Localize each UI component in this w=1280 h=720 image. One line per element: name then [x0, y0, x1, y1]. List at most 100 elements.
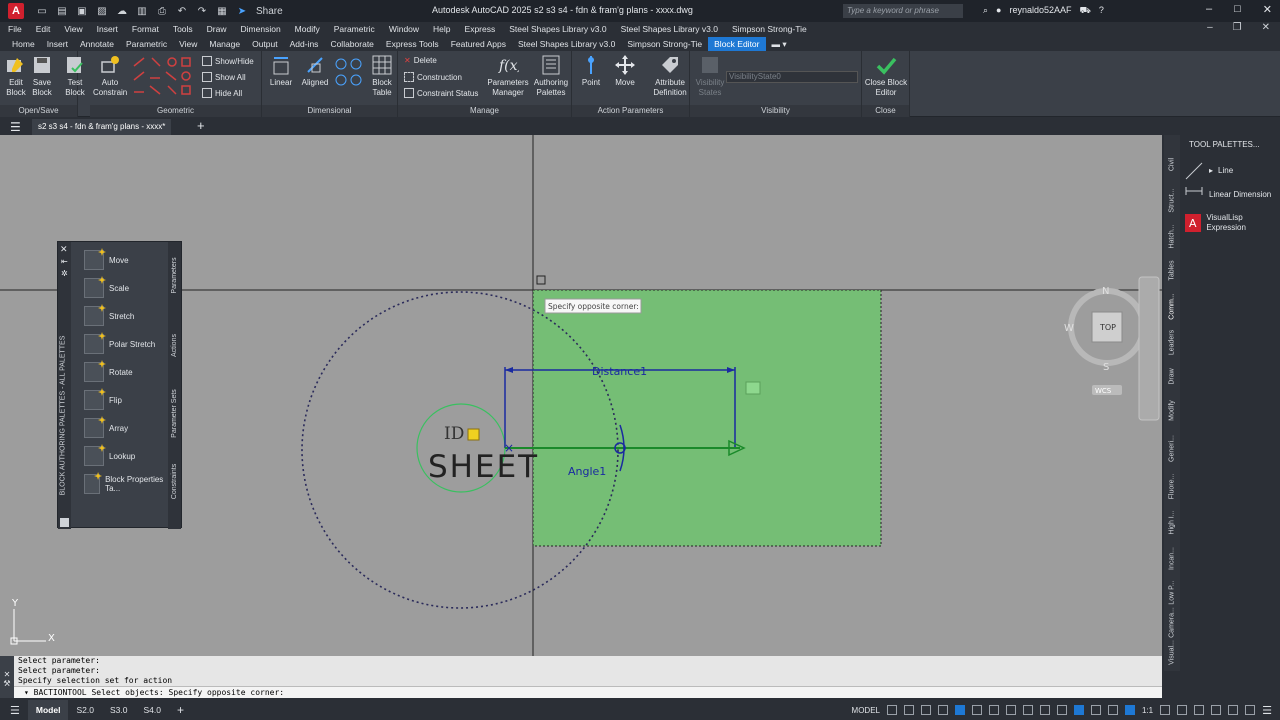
cloud-icon[interactable]: ☁	[116, 6, 128, 17]
ribbon-options-icon[interactable]: ▬ ▾	[766, 37, 793, 51]
tab-home[interactable]: Home	[6, 37, 41, 51]
clean-screen-icon[interactable]	[1245, 705, 1256, 715]
quick-properties-icon[interactable]	[1211, 705, 1222, 715]
constraint-status-button[interactable]: Constraint Status	[404, 88, 478, 98]
edit-block-button[interactable]: Edit Block	[4, 54, 28, 98]
dimensional-more-icons[interactable]	[334, 56, 364, 88]
layout-tab-model[interactable]: Model	[27, 700, 69, 720]
file-tab-active[interactable]: s2 s3 s4 - fdn & fram'g plans - xxxx*	[32, 119, 172, 135]
units-icon[interactable]	[1194, 705, 1205, 715]
tab-block-editor[interactable]: Block Editor	[708, 37, 766, 51]
palette-item-stretch[interactable]: Stretch	[84, 306, 134, 326]
palette-properties-icon[interactable]: ✲	[61, 269, 68, 278]
show-all-button[interactable]: Show All	[202, 72, 246, 82]
menu-dimension[interactable]: Dimension	[241, 24, 281, 34]
menu-insert[interactable]: Insert	[97, 24, 118, 34]
layout-menu-icon[interactable]: ☰	[10, 704, 20, 717]
parameter-grip[interactable]	[745, 381, 761, 395]
undo-icon[interactable]: ↶	[176, 6, 188, 17]
construction-button[interactable]: Construction	[404, 72, 462, 82]
add-layout-icon[interactable]: +	[169, 700, 192, 720]
test-block-button[interactable]: Test Block	[60, 54, 90, 98]
navigation-bar[interactable]	[1138, 276, 1160, 421]
help-icon[interactable]: ?	[1099, 5, 1104, 17]
user-name[interactable]: reynaldo52AAF	[1009, 5, 1071, 17]
attribute-definition-button[interactable]: Attribute Definition	[650, 54, 690, 98]
infer-icon[interactable]	[921, 705, 931, 715]
layout-tab-s4[interactable]: S4.0	[135, 700, 169, 720]
autocad-logo-icon[interactable]: A	[8, 3, 24, 19]
selection-cycling-icon[interactable]	[1074, 705, 1084, 715]
palette-item-block-properties[interactable]: Block Properties Ta...	[84, 474, 164, 494]
menu-file[interactable]: File	[8, 24, 22, 34]
palette-autohide-icon[interactable]: ⇤	[61, 257, 68, 266]
menu-parametric[interactable]: Parametric	[334, 24, 375, 34]
authoring-palettes-button[interactable]: Authoring Palettes	[532, 54, 570, 98]
auto-constrain-button[interactable]: Test Block Auto Constrain	[93, 54, 127, 98]
new-file-icon[interactable]: ▭	[36, 6, 48, 17]
save-icon[interactable]: ▣	[76, 6, 88, 17]
palette-tab-actions[interactable]: Actions	[171, 309, 178, 382]
tab-simpson[interactable]: Simpson Strong-Tie	[621, 37, 708, 51]
command-close-icon[interactable]: ✕	[0, 670, 14, 679]
tab-collaborate[interactable]: Collaborate	[324, 37, 379, 51]
redo-icon[interactable]: ↷	[196, 6, 208, 17]
palette-item-lookup[interactable]: Lookup	[84, 446, 135, 466]
palette-item-flip[interactable]: Flip	[84, 390, 122, 410]
move-action-button[interactable]: Move	[610, 54, 640, 88]
user-icon[interactable]: ●	[996, 5, 1001, 17]
palette-item-move[interactable]: Move	[84, 250, 129, 270]
command-customize-icon[interactable]: ⚒	[0, 679, 14, 688]
minimize-icon[interactable]: –	[1206, 3, 1212, 16]
tab-express-tools[interactable]: Express Tools	[380, 37, 445, 51]
block-table-button[interactable]: Block Table	[368, 54, 396, 98]
workspace-gear-icon[interactable]	[1160, 705, 1171, 715]
annotation-visibility-icon[interactable]	[1108, 705, 1118, 715]
annotation-monitor-icon[interactable]	[1177, 705, 1188, 715]
visibility-states-button[interactable]: Visibility States	[694, 54, 726, 98]
search-input[interactable]: Type a keyword or phrase	[843, 4, 963, 18]
layout-tab-s2[interactable]: S2.0	[68, 700, 102, 720]
tab-addins[interactable]: Add-ins	[284, 37, 325, 51]
tab-steel-shapes[interactable]: Steel Shapes Library v3.0	[512, 37, 621, 51]
tab-view[interactable]: View	[173, 37, 203, 51]
save-block-button[interactable]: Save Block	[29, 54, 55, 98]
menu-edit[interactable]: Edit	[36, 24, 51, 34]
delete-button[interactable]: ✕ Delete	[404, 56, 437, 65]
close-block-editor-button[interactable]: Close Block Editor	[864, 54, 908, 98]
ortho-icon[interactable]	[955, 705, 965, 715]
model-space-toggle[interactable]: MODEL	[852, 706, 880, 715]
annotation-scale[interactable]: 1:1	[1142, 706, 1153, 715]
isometric-icon[interactable]	[989, 705, 999, 715]
tab-parametric[interactable]: Parametric	[120, 37, 173, 51]
grid-icon[interactable]	[887, 705, 897, 715]
doc-minimize-icon[interactable]: –	[1207, 22, 1213, 33]
warning-icon[interactable]	[467, 428, 480, 441]
parameters-manager-button[interactable]: f(x) Parameters Manager	[486, 54, 530, 98]
tab-featured-apps[interactable]: Featured Apps	[445, 37, 512, 51]
cart-icon[interactable]: ⛟	[1080, 5, 1091, 17]
geometric-constraints-icons[interactable]	[132, 56, 192, 96]
polar-icon[interactable]	[972, 705, 982, 715]
palette-tab-parameter-sets[interactable]: Parameter Sets	[171, 377, 178, 450]
aligned-button[interactable]: Aligned	[300, 54, 330, 88]
osnap-icon[interactable]	[1023, 705, 1033, 715]
customization-menu-icon[interactable]: ☰	[1262, 704, 1272, 717]
dynamic-input-icon[interactable]	[938, 705, 948, 715]
menu-simpson[interactable]: Simpson Strong-Tie	[732, 24, 807, 34]
osnap-tracking-icon[interactable]	[1006, 705, 1016, 715]
tool-palette-title[interactable]: TOOL PALETTES...	[1189, 140, 1260, 149]
show-hide-button[interactable]: Show/Hide	[202, 56, 254, 66]
menu-express[interactable]: Express	[465, 24, 496, 34]
palette-item-polar-stretch[interactable]: Polar Stretch	[84, 334, 155, 354]
isolate-objects-icon[interactable]	[1228, 705, 1239, 715]
layout-tab-s3[interactable]: S3.0	[102, 700, 136, 720]
group-title-action-parameters[interactable]: Action Parameters	[572, 105, 689, 117]
transparency-icon[interactable]	[1057, 705, 1067, 715]
tp-item-visuallisp[interactable]: A VisualLisp Expression	[1184, 213, 1274, 233]
share-icon[interactable]: ➤	[236, 6, 248, 17]
hide-all-button[interactable]: Hide All	[202, 88, 242, 98]
search-icon[interactable]: ⌕	[983, 5, 988, 17]
menu-tools[interactable]: Tools	[173, 24, 193, 34]
menu-draw[interactable]: Draw	[207, 24, 227, 34]
